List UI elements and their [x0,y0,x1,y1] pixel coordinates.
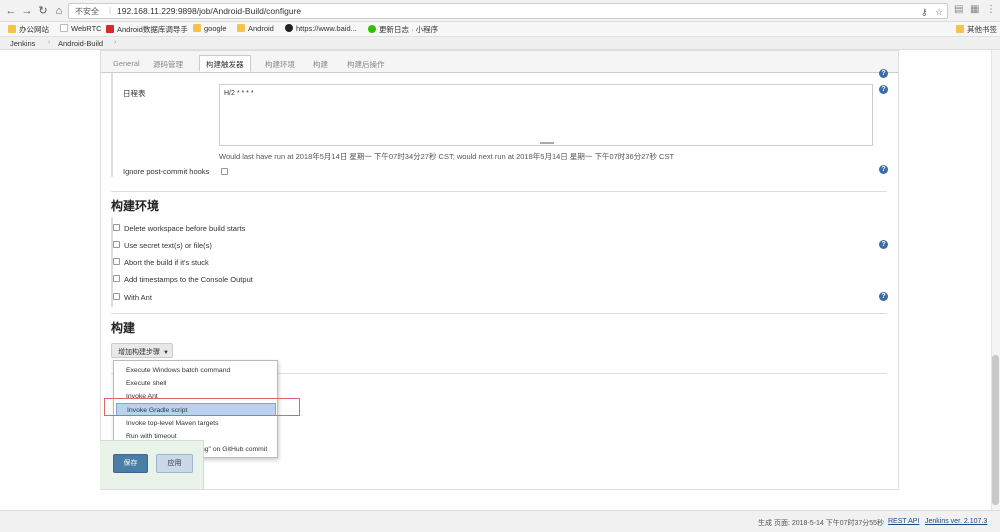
bookmark-item[interactable]: Android [237,24,274,33]
bookmark-item[interactable]: WebRTC [60,24,102,33]
bookmark-item[interactable]: google [193,24,227,33]
save-button[interactable]: 保存 [113,454,148,473]
jenkins-version-link[interactable]: Jenkins ver. 2.107.3 [925,518,987,525]
folder-icon [956,25,964,33]
breadcrumb-jenkins[interactable]: Jenkins [10,39,35,48]
folder-icon [237,24,245,32]
menu-item-execute-shell[interactable]: Execute shell [114,377,277,390]
chevron-right-icon: › [48,39,51,46]
build-title: 构建 [111,321,136,335]
bookmark-item[interactable]: Android数据库调导手 [106,24,188,35]
build-env-title: 构建环境 [111,199,160,213]
key-icon[interactable]: ⚷ [921,7,928,18]
ignore-hooks-checkbox[interactable] [221,168,228,175]
menu-icon[interactable]: ⋮ [986,4,996,15]
bookmark-item[interactable]: https://www.baid... [285,24,357,33]
folder-icon [8,25,16,33]
tab-general[interactable]: General [107,56,146,73]
rest-api-link[interactable]: REST API [888,518,919,525]
tab-post-build[interactable]: 构建后操作 [341,56,391,73]
help-icon[interactable]: ? [879,165,888,174]
divider [111,191,887,192]
url-text[interactable]: 192.168.11.229:9898/job/Android-Build/co… [117,6,301,16]
help-icon[interactable]: ? [879,85,888,94]
timestamps-checkbox[interactable] [113,275,120,282]
breadcrumb-job[interactable]: Android-Build [58,39,103,48]
github-icon [285,24,293,32]
extension-icon[interactable]: ▤ [954,4,963,15]
home-icon[interactable]: ⌂ [52,4,66,18]
with-ant-checkbox[interactable] [113,293,120,300]
reload-icon[interactable]: ↻ [36,4,50,18]
help-icon[interactable]: ? [879,240,888,249]
chevron-down-icon: ▼ [163,350,169,356]
add-build-step-label: 增加构建步骤 [118,349,160,356]
generated-timestamp: 生成 页面: 2018-5-14 下午07时37分55秒 [758,520,885,527]
menu-item-windows-batch[interactable]: Execute Windows batch command [114,364,277,377]
scrollbar-thumb[interactable] [992,355,999,505]
back-icon[interactable]: ← [4,4,18,18]
menu-item-maven-targets[interactable]: Invoke top-level Maven targets [114,417,277,430]
star-icon[interactable]: ☆ [935,7,943,18]
schedule-label: 日程表 [123,89,146,98]
config-tabs: General 源码管理 构建触发器 构建环境 构建 构建后操作 [101,51,898,73]
abort-stuck-checkbox[interactable] [113,258,120,265]
help-icon[interactable]: ? [879,292,888,301]
separator: | [109,6,112,15]
browser-toolbar: ← → ↻ ⌂ 不安全 | 192.168.11.229:9898/job/An… [0,0,1000,22]
schedule-note: Would last have run at 2018年5月14日 星期一 下午… [219,152,675,161]
ignore-hooks-label: Ignore post-commit hooks [123,167,210,176]
breadcrumb: Jenkins › Android-Build › [0,37,1000,50]
other-bookmarks[interactable]: 其他书签 [956,24,997,35]
option-label: Delete workspace before build starts [124,224,246,233]
folder-icon [193,24,201,32]
add-build-step-button[interactable]: 增加构建步骤 ▼ [111,343,173,358]
apply-button[interactable]: 应用 [156,454,193,473]
tab-scm[interactable]: 源码管理 [147,56,189,73]
bookmark-item[interactable]: 更新日志 · 小程序 [368,24,438,35]
extension-icon-2[interactable]: ▦ [970,4,979,15]
option-label: With Ant [124,293,152,302]
address-bar[interactable]: 不安全 | 192.168.11.229:9898/job/Android-Bu… [68,3,948,19]
secret-text-checkbox[interactable] [113,241,120,248]
delete-workspace-checkbox[interactable] [113,224,120,231]
section-accent [111,73,113,177]
tab-build-triggers[interactable]: 构建触发器 [199,55,251,72]
security-label[interactable]: 不安全 [75,6,99,17]
red-c-icon [106,25,114,33]
tab-build[interactable]: 构建 [307,56,334,73]
schedule-textarea[interactable]: H/2 * * * * [219,84,873,146]
wechat-icon [368,25,376,33]
divider [111,313,887,314]
bookmark-item[interactable]: 办公网站 [8,24,49,35]
forward-icon[interactable]: → [20,4,34,18]
highlight-annotation [104,398,300,416]
option-label: Use secret text(s) or file(s) [124,241,212,250]
tab-build-env[interactable]: 构建环境 [259,56,301,73]
page-icon [60,24,68,32]
schedule-value[interactable]: H/2 * * * * [224,90,254,97]
footer: 生成 页面: 2018-5-14 下午07时37分55秒 REST API Je… [0,510,1000,532]
resize-handle[interactable] [540,142,554,144]
option-label: Abort the build if it's stuck [124,258,209,267]
option-label: Add timestamps to the Console Output [124,275,253,284]
chevron-right-icon: › [114,39,117,46]
help-icon[interactable]: ? [879,69,888,78]
bookmarks-bar: 办公网站 WebRTC Android数据库调导手 google Android… [0,22,1000,37]
